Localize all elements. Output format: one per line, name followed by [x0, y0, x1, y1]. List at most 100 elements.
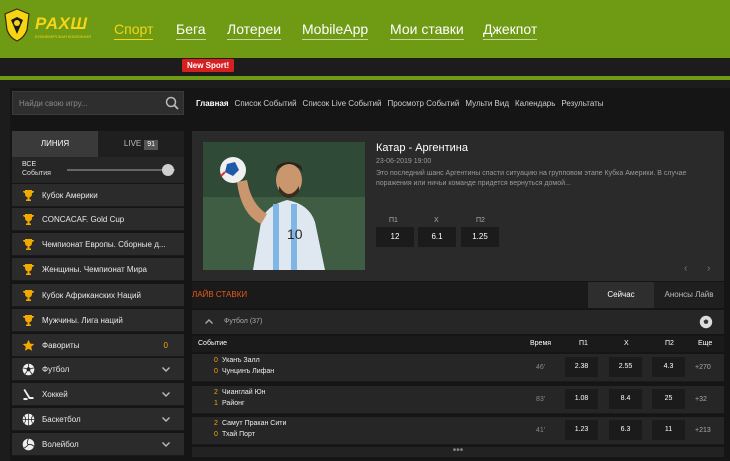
nav-mobileapp[interactable]: MobileApp: [302, 21, 369, 40]
all-events-filter: ВСЕ События: [12, 157, 184, 183]
more-markets[interactable]: +270: [695, 364, 711, 371]
subnav-events-view[interactable]: Просмотр Событий: [387, 99, 459, 108]
league-label: Чемпионат Европы. Сборные д...: [42, 240, 166, 249]
sidebar-item-hockey[interactable]: Хоккей: [12, 383, 184, 406]
tab-live-announcements[interactable]: Анонсы Лайв: [654, 282, 724, 308]
subnav-multi-view[interactable]: Мульти Вид: [465, 99, 509, 108]
brand-logo[interactable]: РАХШ БУКМЕКЕРСКАЯ КОМПАНИЯ: [4, 8, 99, 48]
sidebar-item-league[interactable]: Кубок Африканских Наций: [12, 284, 184, 307]
football-group-header[interactable]: Футбол (37): [192, 310, 724, 334]
live-bets-header: ЛАЙВ СТАВКИ Сейчас Анонсы Лайв: [192, 282, 724, 308]
sidebar-item-league[interactable]: CONCACAF. Gold Cup: [12, 208, 184, 231]
nav-sport[interactable]: Спорт: [114, 21, 154, 40]
home-score: 2: [214, 389, 218, 396]
col-p2: П2: [665, 340, 674, 347]
match-time: 83': [536, 396, 546, 403]
odd-x[interactable]: 8.4: [609, 389, 642, 409]
league-label: Женщины. Чемпионат Мира: [42, 265, 147, 274]
brand-name: РАХШ: [35, 14, 88, 33]
odd-label-p1: П1: [389, 217, 398, 224]
chevron-down-icon[interactable]: [161, 389, 171, 399]
chevron-down-icon[interactable]: [161, 439, 171, 449]
odd-x[interactable]: 6.3: [609, 420, 642, 440]
odd-label-p2: П2: [476, 217, 485, 224]
featured-match-image[interactable]: 10: [203, 142, 365, 270]
sidebar-item-football[interactable]: Футбол: [12, 358, 184, 381]
odd-p1[interactable]: 1.23: [565, 420, 598, 440]
odd-label-x: Х: [434, 217, 439, 224]
more-markets[interactable]: +32: [695, 396, 707, 403]
tab-line-label: ЛИНИЯ: [40, 139, 70, 148]
sidebar-item-favorites[interactable]: Фавориты 0: [12, 334, 184, 357]
live-table-header: Событие Время П1 Х П2 Еще: [192, 336, 724, 352]
volleyball-icon: [22, 438, 35, 451]
featured-match-title[interactable]: Катар - Аргентина: [376, 142, 468, 154]
nav-races[interactable]: Бега: [176, 21, 206, 40]
trophy-icon: [23, 190, 34, 201]
sidebar-tabs: ЛИНИЯ LIVE 91: [12, 131, 184, 157]
odd-p2[interactable]: 4.3: [652, 357, 685, 377]
col-x: Х: [624, 340, 629, 347]
table-row[interactable]: 2 Самут Пракан Сити 0 Тхай Порт 41' 1.23…: [192, 417, 724, 445]
trophy-icon: [23, 290, 34, 301]
featured-odd-x[interactable]: 6.1: [418, 227, 456, 247]
odd-p2[interactable]: 25: [652, 389, 685, 409]
odd-p2[interactable]: 11: [652, 420, 685, 440]
match-time: 46': [536, 364, 546, 371]
time-filter-slider-knob[interactable]: [162, 164, 174, 176]
more-markets[interactable]: +213: [695, 427, 711, 434]
trophy-icon: [23, 214, 34, 225]
sport-label: Хоккей: [42, 390, 68, 399]
trophy-icon: [23, 315, 34, 326]
nav-lotteries[interactable]: Лотереи: [227, 21, 282, 40]
search-icon[interactable]: [165, 96, 179, 110]
table-row[interactable]: 2 Чианглай Юн 1 Районг 83' 1.08 8.4 25 +…: [192, 386, 724, 414]
subnav-events-list[interactable]: Список Событий: [235, 99, 297, 108]
sidebar-item-basketball[interactable]: Баскетбол: [12, 408, 184, 431]
odd-p1[interactable]: 1.08: [565, 389, 598, 409]
top-navbar: РАХШ БУКМЕКЕРСКАЯ КОМПАНИЯ Спорт Бега Ло…: [0, 0, 730, 58]
subnav-live-events-list[interactable]: Список Live Событий: [303, 99, 382, 108]
chevron-up-icon[interactable]: [204, 317, 214, 327]
league-label: CONCACAF. Gold Cup: [42, 215, 125, 224]
table-row[interactable]: 0 Уканъ Залл 0 Чунцинъ Лифан 46' 2.38 2.…: [192, 354, 724, 382]
sidebar-item-league[interactable]: Мужчины. Лига наций: [12, 309, 184, 332]
odd-p1[interactable]: 2.38: [565, 357, 598, 377]
new-sport-badge[interactable]: New Sport!: [182, 59, 235, 72]
home-team: Самут Пракан Сити: [222, 420, 287, 427]
tab-live[interactable]: LIVE 91: [98, 131, 184, 157]
show-more-dots[interactable]: •••: [192, 446, 724, 457]
nav-jackpot[interactable]: Джекпот: [483, 21, 538, 40]
favorites-count: 0: [163, 341, 168, 350]
away-team: Районг: [222, 400, 245, 407]
sport-label: Баскетбол: [42, 415, 81, 424]
featured-odd-p1[interactable]: 12: [376, 227, 414, 247]
chevron-right-icon[interactable]: ›: [707, 263, 710, 274]
odd-x[interactable]: 2.55: [609, 357, 642, 377]
hockey-stick-icon: [23, 389, 34, 401]
chevron-down-icon[interactable]: [161, 414, 171, 424]
league-label: Мужчины. Лига наций: [42, 316, 123, 325]
nav-my-bets[interactable]: Мои ставки: [390, 21, 464, 40]
featured-match-description: Это последний шанс Аргентины спасти ситу…: [376, 170, 687, 187]
brand-tagline: БУКМЕКЕРСКАЯ КОМПАНИЯ: [35, 34, 91, 39]
chevron-left-icon[interactable]: ‹: [684, 263, 687, 274]
home-team: Чианглай Юн: [222, 389, 266, 396]
chevron-down-icon[interactable]: [161, 364, 171, 374]
sport-label: Футбол: [42, 365, 70, 374]
subnav-calendar[interactable]: Календарь: [515, 99, 555, 108]
col-event: Событие: [198, 340, 227, 347]
tab-live-now[interactable]: Сейчас: [588, 282, 654, 308]
sidebar-item-league[interactable]: Кубок Америки: [12, 184, 184, 207]
search-input[interactable]: [13, 92, 161, 114]
sidebar-item-league[interactable]: Чемпионат Европы. Сборные д...: [12, 233, 184, 256]
sidebar-item-volleyball[interactable]: Волейбол: [12, 433, 184, 456]
time-filter-slider-track[interactable]: [67, 169, 175, 171]
search-box[interactable]: [12, 91, 184, 115]
featured-odd-p2[interactable]: 1.25: [461, 227, 499, 247]
sidebar-item-league[interactable]: Женщины. Чемпионат Мира: [12, 258, 184, 281]
subnav-results[interactable]: Результаты: [561, 99, 603, 108]
subnav-home[interactable]: Главная: [196, 99, 229, 108]
trophy-icon: [23, 239, 34, 250]
tab-line[interactable]: ЛИНИЯ: [12, 131, 98, 157]
